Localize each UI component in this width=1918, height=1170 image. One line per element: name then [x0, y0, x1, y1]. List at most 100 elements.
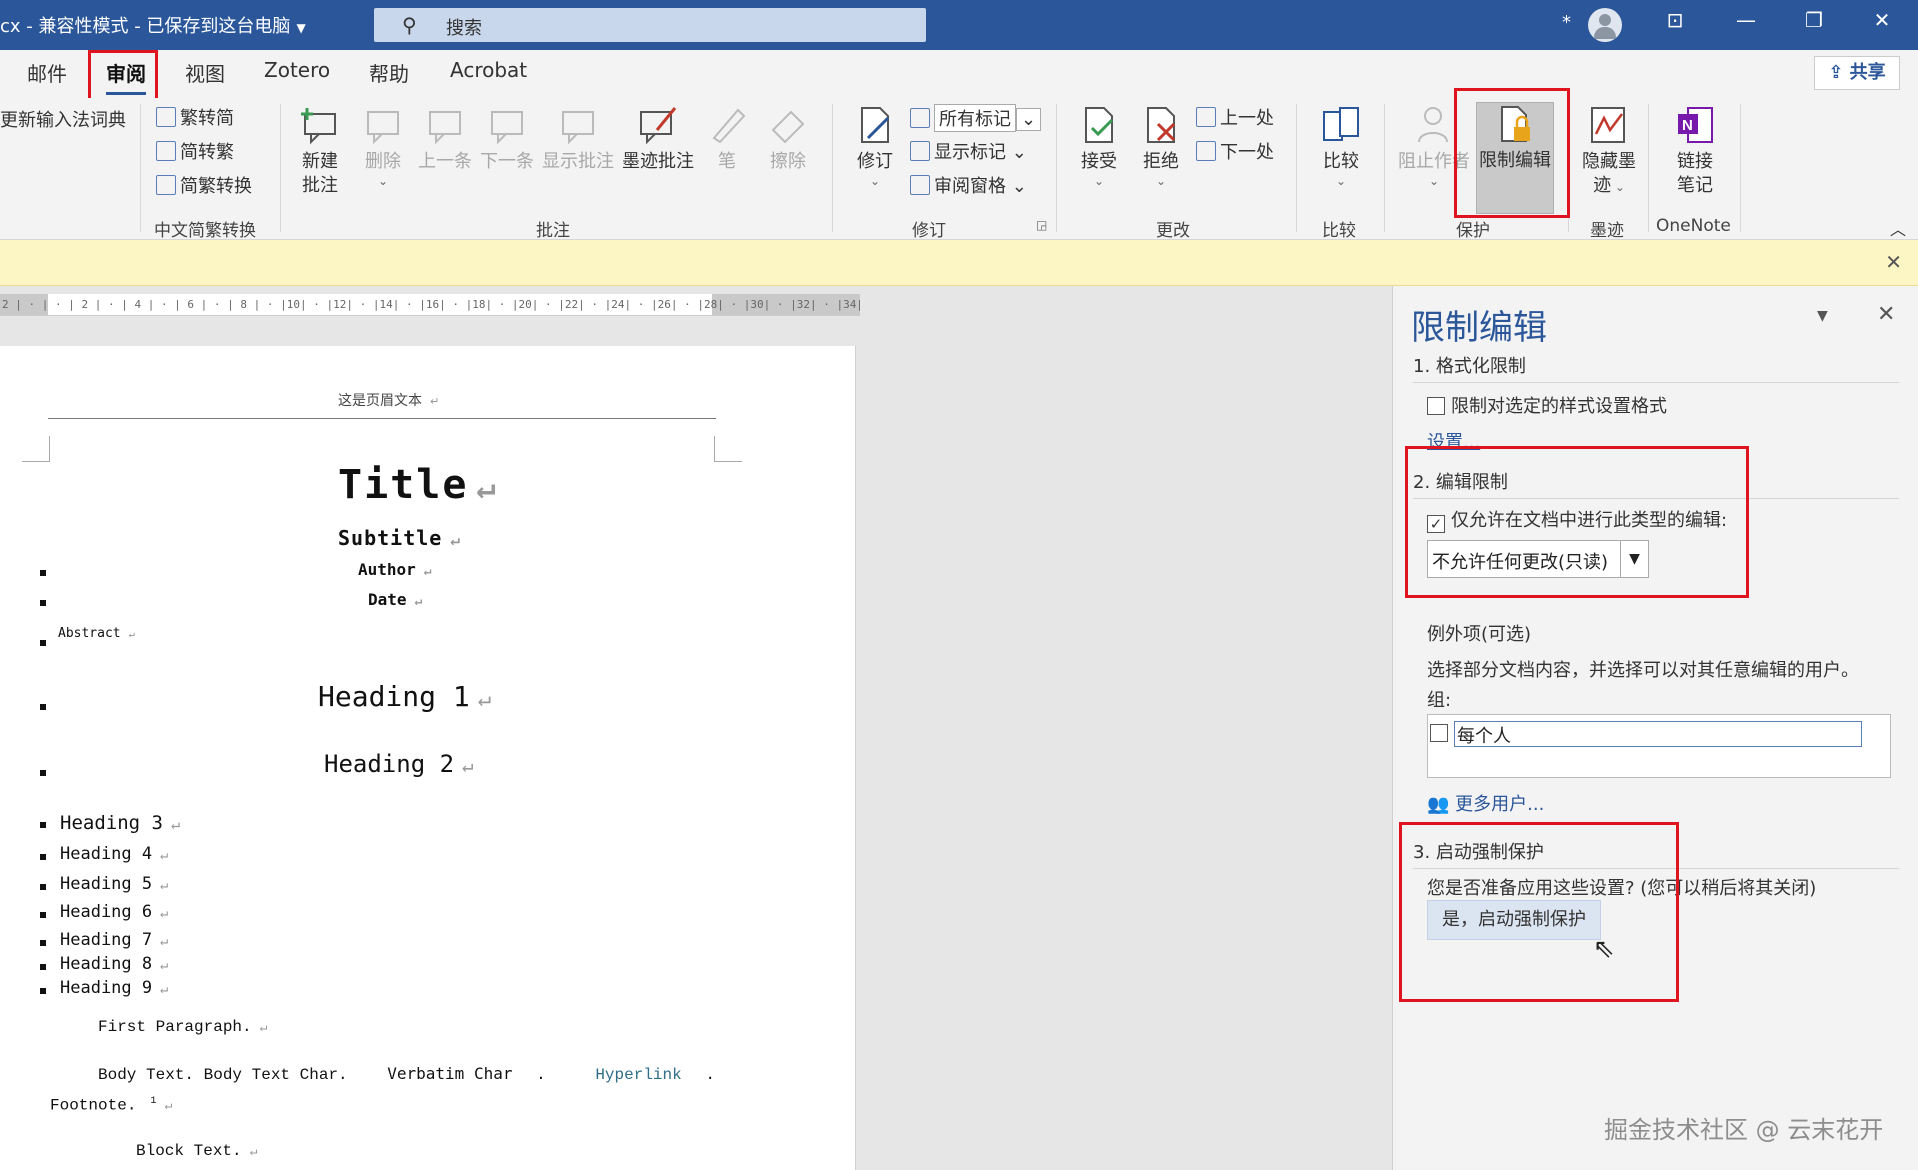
compare-button[interactable]: 比较 ⌄ — [1312, 104, 1370, 188]
accept-button[interactable]: 接受 ⌄ — [1072, 104, 1126, 188]
groups-list[interactable]: 每个人 — [1427, 714, 1891, 778]
reject-icon — [1147, 107, 1176, 143]
show-markup-button[interactable]: 显示标记 ⌄ — [910, 138, 1027, 164]
footnote-reference[interactable]: 1 — [150, 1096, 156, 1107]
ink-comment-button[interactable]: 墨迹批注 — [620, 104, 696, 174]
author-text: Author — [358, 560, 416, 579]
reject-button[interactable]: 拒绝 ⌄ — [1134, 104, 1188, 188]
button-label-line2: 迹 ⌄ — [1578, 174, 1640, 199]
body-text: Body Text. Body Text Char. — [98, 1066, 348, 1084]
restore-icon[interactable]: ❐ — [1794, 8, 1834, 32]
group-item-everyone[interactable]: 每个人 — [1430, 721, 1862, 747]
unsaved-indicator: * — [1562, 12, 1571, 33]
tab-zotero[interactable]: Zotero — [264, 58, 330, 90]
close-pane-icon[interactable]: ✕ — [1877, 302, 1895, 327]
group-separator — [832, 104, 833, 232]
close-icon[interactable]: ✕ — [1885, 250, 1902, 274]
ribbon-tabs: 邮件 审阅 视图 Zotero 帮助 Acrobat ⇪ 共享 — [0, 50, 1918, 104]
button-label: 修订 — [857, 151, 893, 172]
next-comment-button[interactable]: 下一条 — [478, 104, 536, 174]
dialog-launcher-icon[interactable]: ◲ — [1036, 218, 1047, 232]
editing-restriction-label: 仅允许在文档中进行此类型的编辑: — [1451, 510, 1728, 531]
hide-ink-icon — [1591, 107, 1625, 143]
delete-comment-button[interactable]: 删除 ⌄ — [356, 104, 410, 188]
format-restriction-option[interactable]: 限制对选定的样式设置格式 — [1427, 392, 1667, 418]
doc-heading-2: Heading 2 ↵ — [324, 750, 474, 778]
share-button[interactable]: ⇪ 共享 — [1814, 56, 1900, 90]
editing-type-select[interactable]: 不允许任何更改(只读) ▼ — [1427, 540, 1649, 578]
eraser-icon — [771, 110, 805, 144]
hyperlink[interactable]: Hyperlink — [595, 1066, 681, 1084]
title-text: Title — [338, 462, 469, 508]
button-label: 迹 — [1593, 175, 1612, 196]
tab-view[interactable]: 视图 — [185, 58, 225, 90]
more-users-link[interactable]: 👥 更多用户... — [1427, 790, 1544, 816]
restrict-editing-button[interactable]: 限制编辑 — [1476, 102, 1554, 214]
section-editing-restrictions: 2. 编辑限制 — [1413, 468, 1899, 499]
markup-icon — [910, 108, 930, 128]
corner-mark — [22, 436, 50, 462]
horizontal-ruler[interactable]: 2 | · | · | 2 | · | 4 | · | 6 | · | 8 | … — [0, 294, 860, 316]
heading-4-text: Heading 4 — [60, 844, 153, 864]
heading-5-text: Heading 5 — [60, 874, 153, 894]
group-label-comments: 批注 — [536, 221, 570, 241]
show-comments-icon — [562, 111, 594, 145]
show-comments-button[interactable]: 显示批注 — [540, 104, 616, 174]
tab-help[interactable]: 帮助 — [369, 58, 409, 90]
doc-date: Date ↵ — [368, 590, 422, 609]
avatar[interactable] — [1588, 8, 1622, 42]
next-change-button[interactable]: 下一处 — [1196, 138, 1274, 164]
pane-title: 限制编辑 — [1411, 308, 1547, 348]
everyone-checkbox[interactable] — [1430, 724, 1448, 742]
mouse-cursor-icon: ⇖ — [1593, 934, 1615, 964]
accept-icon — [1085, 107, 1114, 143]
subtitle-text: Subtitle — [338, 526, 443, 550]
pen-button[interactable]: 笔 — [702, 104, 752, 174]
start-enforcement-button[interactable]: 是，启动强制保护 — [1427, 900, 1601, 940]
search-input[interactable]: ⚲ 搜索 — [374, 8, 926, 42]
doc-heading-9: Heading 9 ↵ — [60, 978, 168, 998]
paragraph-mark-icon: ↵ — [160, 877, 169, 893]
new-comment-button[interactable]: 新建 批注 — [294, 104, 346, 198]
ribbon-display-options-icon[interactable]: ⊡ — [1655, 8, 1695, 32]
tab-acrobat[interactable]: Acrobat — [450, 58, 527, 90]
hide-ink-button[interactable]: 隐藏墨 迹 ⌄ — [1578, 104, 1640, 199]
block-text: Block Text. — [136, 1142, 242, 1160]
linked-notes-button[interactable]: N 链接 笔记 — [1662, 104, 1728, 198]
chevron-down-icon[interactable]: ▼ — [296, 21, 305, 35]
update-ime-dictionary-button[interactable]: 更新输入法词典 — [0, 106, 126, 132]
format-restriction-checkbox[interactable] — [1427, 397, 1445, 415]
minimize-icon[interactable]: — — [1726, 8, 1766, 32]
chinese-conversion-button[interactable]: 简繁转换 — [156, 172, 252, 198]
document-page[interactable]: 这是页眉文本 ↵ Title ↵ Subtitle ↵ Author ↵ Date ↵ A… — [0, 346, 856, 1170]
track-changes-button[interactable]: 修订 ⌄ — [848, 104, 902, 188]
ribbon: 更新输入法词典 繁转简 简转繁 简繁转换 中文简繁转换 新建 批注 删除 ⌄ 上… — [0, 88, 1918, 241]
group-label-tracking: 修订 — [912, 221, 946, 241]
editing-restriction-checkbox[interactable]: ✓ — [1427, 515, 1445, 533]
document-area: 2 | · | · | 2 | · | 4 | · | 6 | · | 8 | … — [0, 286, 1392, 1170]
editing-restriction-option[interactable]: ✓ 仅允许在文档中进行此类型的编辑: — [1427, 506, 1727, 533]
verbatim-char: Verbatim Char — [387, 1064, 513, 1083]
footnote-text: Footnote. — [50, 1096, 137, 1115]
bullet — [40, 822, 46, 828]
section-start-enforcement: 3. 启动强制保护 — [1413, 838, 1899, 869]
first-paragraph-text: First Paragraph. — [98, 1018, 252, 1036]
traditional-to-simplified-button[interactable]: 繁转简 — [156, 104, 234, 130]
pane-options-icon[interactable]: ▼ — [1817, 308, 1828, 324]
settings-link[interactable]: 设置... — [1427, 428, 1480, 454]
tab-mailings[interactable]: 邮件 — [27, 58, 67, 90]
simplified-to-traditional-button[interactable]: 简转繁 — [156, 138, 234, 164]
reviewing-pane-button[interactable]: 审阅窗格 ⌄ — [910, 172, 1027, 198]
chevron-down-icon[interactable]: ▼ — [1620, 541, 1648, 577]
collapse-ribbon-icon[interactable]: ︿ — [1890, 216, 1906, 240]
markup-select[interactable]: 所有标记 ⌄ — [910, 104, 1042, 132]
tab-review[interactable]: 审阅 — [106, 58, 146, 95]
previous-comment-button[interactable]: 上一条 — [416, 104, 474, 174]
window-title[interactable]: cx - 兼容性模式 - 已保存到这台电脑 ▼ — [0, 12, 306, 38]
group-label-compare: 比较 — [1322, 221, 1356, 241]
previous-change-button[interactable]: 上一处 — [1196, 104, 1274, 130]
close-icon[interactable]: ✕ — [1862, 8, 1902, 32]
block-authors-button[interactable]: 阻止作者 ⌄ — [1396, 104, 1472, 188]
erase-button[interactable]: 擦除 — [760, 104, 816, 174]
chevron-down-icon: ⌄ — [1155, 174, 1167, 188]
